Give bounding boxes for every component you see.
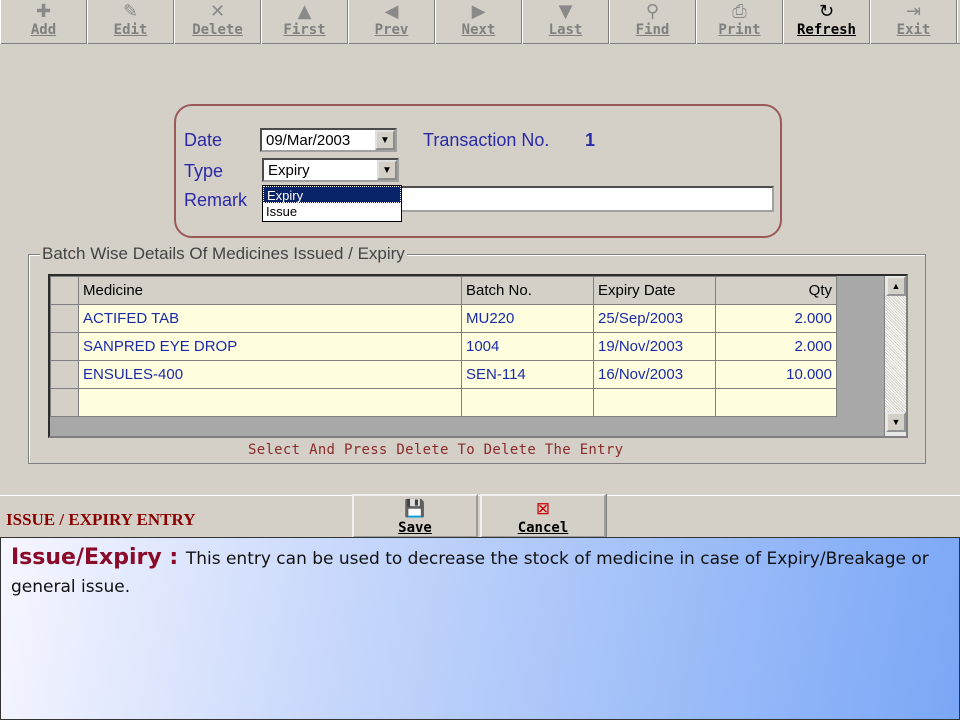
row-selector[interactable]: [50, 360, 79, 389]
row-selector[interactable]: [50, 388, 79, 417]
cell-medicine[interactable]: ACTIFED TAB: [78, 304, 462, 333]
find-button[interactable]: ⚲ Find: [609, 0, 696, 44]
cell-qty[interactable]: 2.000: [715, 304, 837, 333]
delete-button[interactable]: ✕ Delete: [174, 0, 261, 44]
cell-medicine[interactable]: ENSULES-400: [78, 360, 462, 389]
scroll-down-icon[interactable]: ▼: [886, 412, 906, 432]
row-selector-header: [50, 276, 79, 305]
cell-batch[interactable]: [461, 388, 594, 417]
date-combo[interactable]: 09/Mar/2003 ▼: [260, 128, 397, 152]
edit-button[interactable]: ✎ Edit: [87, 0, 174, 44]
description-text: Issue/Expiry : This entry can be used to…: [11, 544, 949, 601]
prev-label: Prev: [374, 22, 409, 38]
type-value: Expiry: [268, 161, 310, 179]
next-button[interactable]: ▶ Next: [435, 0, 522, 44]
cancel-icon: ⊠: [535, 499, 551, 518]
type-label: Type: [184, 161, 224, 181]
refresh-button[interactable]: ↻ Refresh: [783, 0, 870, 44]
last-label: Last: [548, 22, 583, 38]
add-button[interactable]: ✚ Add: [0, 0, 87, 44]
delete-hint: Select And Press Delete To Delete The En…: [248, 442, 624, 458]
cancel-label: Cancel: [517, 520, 569, 536]
description-panel: Issue/Expiry : This entry can be used to…: [0, 537, 960, 720]
type-option-issue[interactable]: Issue: [263, 203, 401, 220]
column-header-batch[interactable]: Batch No.: [461, 276, 594, 305]
save-button[interactable]: 💾 Save: [352, 494, 478, 538]
print-button[interactable]: ⎙ Print: [696, 0, 783, 44]
edit-label: Edit: [113, 22, 148, 38]
next-label: Next: [461, 22, 496, 38]
floppy-disk-icon: 💾: [404, 499, 426, 518]
table-row[interactable]: ACTIFED TAB MU220 25/Sep/2003 2.000: [50, 304, 837, 333]
column-header-medicine[interactable]: Medicine: [78, 276, 462, 305]
date-value: 09/Mar/2003: [266, 131, 351, 149]
exit-label: Exit: [896, 22, 931, 38]
last-button[interactable]: ▼ Last: [522, 0, 609, 44]
type-combo[interactable]: Expiry ▼: [262, 158, 399, 182]
toolbar: ✚ Add ✎ Edit ✕ Delete ▲ First ◀ Prev ▶ Next ▼ L…: [0, 0, 960, 44]
last-icon: ▼: [558, 1, 573, 22]
next-icon: ▶: [471, 1, 486, 22]
grid-header-row: Medicine Batch No. Expiry Date Qty: [50, 276, 837, 305]
find-label: Find: [635, 22, 670, 38]
first-label: First: [283, 22, 326, 38]
column-header-qty[interactable]: Qty: [715, 276, 837, 305]
grid-table: Medicine Batch No. Expiry Date Qty ACTIF…: [50, 276, 837, 417]
cancel-button[interactable]: ⊠ Cancel: [480, 494, 606, 538]
first-button[interactable]: ▲ First: [261, 0, 348, 44]
refresh-icon: ↻: [818, 1, 835, 22]
cell-qty[interactable]: 2.000: [715, 332, 837, 361]
prev-icon: ◀: [384, 1, 399, 22]
chevron-down-icon[interactable]: ▼: [375, 130, 395, 150]
remark-label: Remark: [184, 190, 248, 210]
form-title: ISSUE / EXPIRY ENTRY: [6, 510, 196, 529]
type-option-expiry[interactable]: Expiry: [263, 186, 401, 203]
grid-vertical-scrollbar[interactable]: ▲ ▼: [884, 276, 906, 436]
table-row[interactable]: ENSULES-400 SEN-114 16/Nov/2003 10.000: [50, 360, 837, 389]
column-header-expiry[interactable]: Expiry Date: [593, 276, 716, 305]
transaction-label: Transaction No.: [423, 130, 550, 150]
plus-icon: ✚: [35, 1, 52, 22]
row-selector[interactable]: [50, 332, 79, 361]
cell-qty[interactable]: 10.000: [715, 360, 837, 389]
type-dropdown-list: Expiry Issue: [262, 185, 402, 222]
scroll-track[interactable]: [885, 296, 906, 412]
binoculars-icon: ⚲: [645, 1, 660, 22]
cell-medicine[interactable]: [78, 388, 462, 417]
printer-icon: ⎙: [732, 1, 747, 22]
edit-icon: ✎: [122, 1, 139, 22]
cell-expiry[interactable]: 16/Nov/2003: [593, 360, 716, 389]
row-selector[interactable]: [50, 304, 79, 333]
group-title: Batch Wise Details Of Medicines Issued /…: [40, 244, 407, 264]
scroll-up-icon[interactable]: ▲: [886, 276, 906, 296]
chevron-down-icon[interactable]: ▼: [377, 160, 397, 180]
cell-batch[interactable]: MU220: [461, 304, 594, 333]
refresh-label: Refresh: [796, 22, 856, 38]
transaction-value: 1: [585, 130, 596, 150]
exit-button[interactable]: ⇥ Exit: [870, 0, 957, 44]
prev-button[interactable]: ◀ Prev: [348, 0, 435, 44]
delete-label: Delete: [192, 22, 243, 38]
cell-medicine[interactable]: SANPRED EYE DROP: [78, 332, 462, 361]
table-row[interactable]: [50, 388, 837, 417]
divider: [606, 494, 607, 538]
cell-expiry[interactable]: 25/Sep/2003: [593, 304, 716, 333]
medicine-grid: Medicine Batch No. Expiry Date Qty ACTIF…: [48, 274, 908, 438]
cell-expiry[interactable]: 19/Nov/2003: [593, 332, 716, 361]
cell-batch[interactable]: 1004: [461, 332, 594, 361]
exit-icon: ⇥: [905, 1, 922, 22]
cell-expiry[interactable]: [593, 388, 716, 417]
table-row[interactable]: SANPRED EYE DROP 1004 19/Nov/2003 2.000: [50, 332, 837, 361]
description-heading: Issue/Expiry :: [11, 545, 186, 570]
print-label: Print: [718, 22, 761, 38]
date-label: Date: [184, 130, 223, 150]
cell-qty[interactable]: [715, 388, 837, 417]
add-label: Add: [30, 22, 57, 38]
cell-batch[interactable]: SEN-114: [461, 360, 594, 389]
save-label: Save: [398, 520, 432, 536]
delete-icon: ✕: [209, 1, 226, 22]
first-icon: ▲: [297, 1, 312, 22]
